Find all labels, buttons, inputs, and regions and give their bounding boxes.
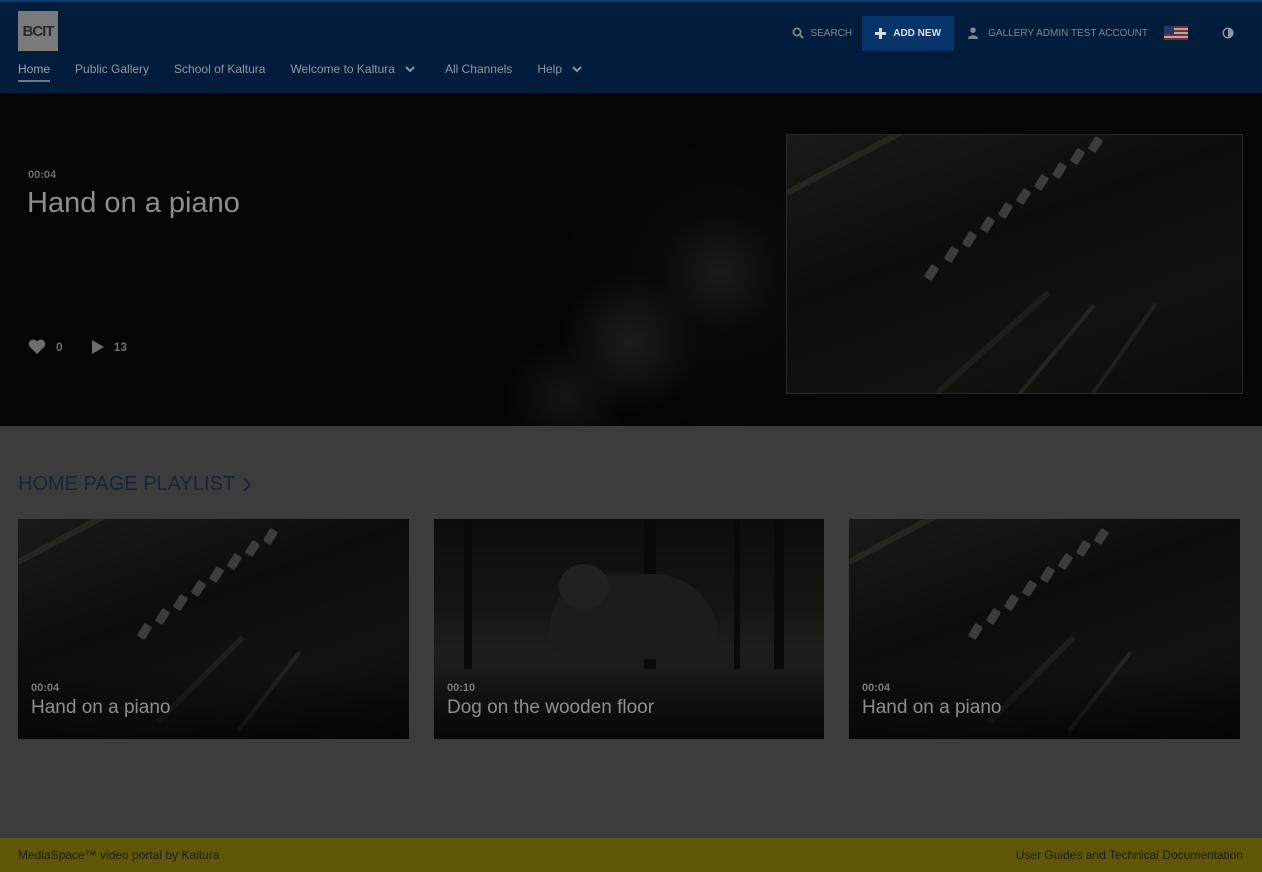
add-new-label: ADD NEW <box>893 27 942 39</box>
bcit-logo[interactable]: BCIT <box>18 11 58 51</box>
us-flag-icon[interactable] <box>1164 26 1188 40</box>
featured-hero: 00:04 Hand on a piano 0 13 <box>0 93 1262 426</box>
account-menu[interactable]: GALLERY ADMIN TEST ACCOUNT <box>968 27 1148 39</box>
chevron-right-icon <box>243 477 252 492</box>
hero-video-thumbnail[interactable] <box>786 134 1243 394</box>
chevron-down-icon[interactable] <box>572 65 582 73</box>
hero-duration: 00:04 <box>28 169 57 181</box>
search-button[interactable]: SEARCH <box>792 27 852 39</box>
nav-label: Welcome to Kaltura <box>290 62 395 76</box>
playlist-card[interactable]: 00:10 Dog on the wooden floor <box>434 519 824 739</box>
site-header: BCIT SEARCH ADD NEW GALLERY ADMIN TEST A… <box>0 0 1262 93</box>
contrast-toggle-icon[interactable] <box>1222 27 1234 39</box>
search-label: SEARCH <box>810 27 853 39</box>
plays-count: 13 <box>113 339 128 354</box>
card-title[interactable]: Hand on a piano <box>862 697 1001 719</box>
hero-stats: 0 13 <box>28 339 127 354</box>
chevron-down-icon[interactable] <box>405 65 415 73</box>
user-icon <box>968 27 979 39</box>
top-actions: SEARCH ADD NEW GALLERY ADMIN TEST ACCOUN… <box>792 15 1262 51</box>
nav-item-public-gallery[interactable]: Public Gallery <box>75 59 149 79</box>
playlist-title-label: HOME PAGE PLAYLIST <box>18 473 236 495</box>
play-icon <box>91 339 104 354</box>
search-icon <box>792 27 805 39</box>
main-nav: Home Public Gallery School of Kaltura We… <box>18 59 600 82</box>
card-duration: 00:04 <box>31 682 60 694</box>
user-guides-link[interactable]: User Guides and Technical Documentation <box>1016 848 1243 862</box>
footer-credit: MediaSpace™ video portal by Kaltura <box>18 848 220 862</box>
card-title[interactable]: Dog on the wooden floor <box>447 697 654 719</box>
card-title[interactable]: Hand on a piano <box>31 697 170 719</box>
likes-count: 0 <box>56 339 63 354</box>
nav-item-all-channels[interactable]: All Channels <box>445 59 512 79</box>
nav-item-home[interactable]: Home <box>18 59 51 82</box>
site-footer: MediaSpace™ video portal by Kaltura User… <box>0 838 1262 872</box>
nav-label: Help <box>537 62 562 76</box>
heart-icon <box>28 339 46 354</box>
hero-title[interactable]: Hand on a piano <box>27 187 240 220</box>
playlist-card[interactable]: 00:04 Hand on a piano <box>18 519 409 739</box>
piano-thumbnail-image <box>787 135 1242 393</box>
nav-label: Public Gallery <box>75 62 150 76</box>
account-name: GALLERY ADMIN TEST ACCOUNT <box>988 27 1148 39</box>
likes-stat[interactable]: 0 <box>28 339 63 354</box>
add-new-button[interactable]: ADD NEW <box>862 15 955 51</box>
dog-head <box>559 564 609 609</box>
card-duration: 00:10 <box>447 682 476 694</box>
plays-stat: 13 <box>91 339 128 354</box>
nav-item-help[interactable]: Help <box>537 59 582 79</box>
nav-label: School of Kaltura <box>174 62 266 76</box>
plus-icon <box>875 27 887 39</box>
nav-label: Home <box>18 62 51 76</box>
playlist-heading[interactable]: HOME PAGE PLAYLIST <box>18 473 252 496</box>
nav-item-school-of-kaltura[interactable]: School of Kaltura <box>174 59 265 79</box>
playlist-cards: 00:04 Hand on a piano 00:10 Dog on the w… <box>18 519 1240 739</box>
nav-label: All Channels <box>444 62 513 76</box>
card-duration: 00:04 <box>862 682 891 694</box>
nav-item-welcome-to-kaltura[interactable]: Welcome to Kaltura <box>290 59 415 79</box>
playlist-card[interactable]: 00:04 Hand on a piano <box>849 519 1240 739</box>
